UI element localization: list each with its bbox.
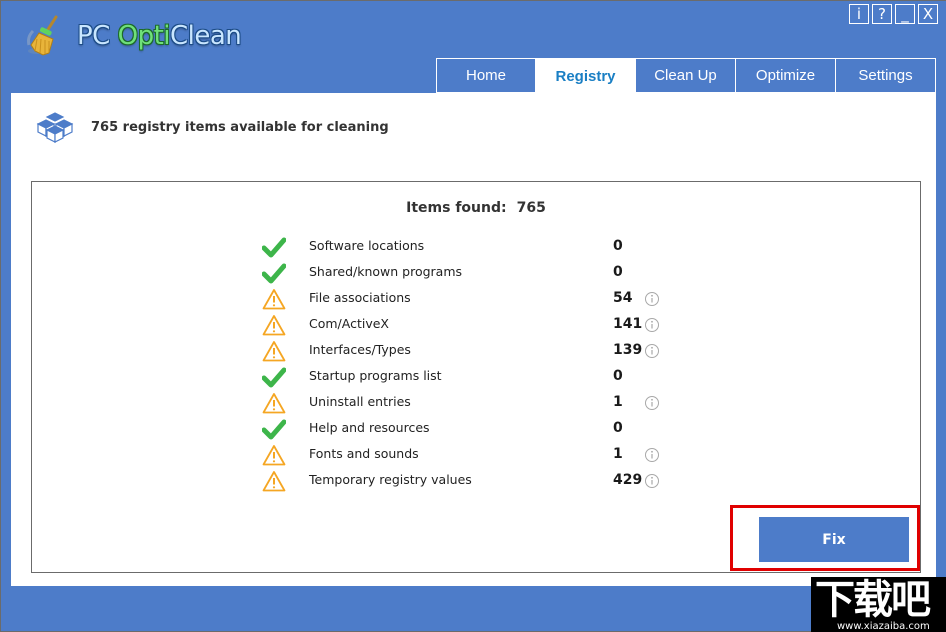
result-count: 0: [613, 238, 623, 254]
registry-cubes-icon: [36, 112, 74, 143]
result-row: Fonts and sounds 1: [262, 442, 672, 468]
app-title: PC OptiClean: [77, 21, 242, 51]
result-count: 1: [613, 394, 623, 410]
result-label: Software locations: [309, 238, 425, 253]
result-row: File associations 54: [262, 286, 672, 312]
tab-settings[interactable]: Settings: [836, 58, 936, 93]
info-icon[interactable]: [644, 317, 660, 333]
result-label: Help and resources: [309, 420, 430, 435]
watermark: 下载吧 www.xiazaiba.com: [811, 577, 946, 632]
minimize-button[interactable]: _: [895, 4, 915, 24]
result-label: Fonts and sounds: [309, 446, 419, 461]
check-icon: [262, 367, 286, 388]
fix-button[interactable]: Fix: [759, 517, 909, 562]
tab-home[interactable]: Home: [436, 58, 536, 93]
info-icon[interactable]: [644, 395, 660, 411]
result-row: Interfaces/Types 139: [262, 338, 672, 364]
result-label: Temporary registry values: [309, 472, 472, 487]
info-icon[interactable]: [644, 343, 660, 359]
app-title-clean: Clean: [170, 21, 242, 51]
watermark-title: 下载吧: [815, 577, 931, 623]
check-icon: [262, 237, 286, 258]
registry-header: 765 registry items available for cleanin…: [35, 107, 389, 147]
result-label: Com/ActiveX: [309, 316, 389, 331]
result-count: 429: [613, 472, 643, 488]
result-row: Help and resources 0: [262, 416, 672, 442]
tab-optimize[interactable]: Optimize: [736, 58, 836, 93]
result-count: 1: [613, 446, 623, 462]
info-button[interactable]: i: [849, 4, 869, 24]
result-count: 141: [613, 316, 643, 332]
broom-icon: [27, 15, 58, 56]
result-label: Startup programs list: [309, 368, 442, 383]
warning-icon: [262, 315, 286, 336]
check-icon: [262, 263, 286, 284]
app-window: PC OptiClean i ? _ X Home Registry Clean…: [0, 0, 946, 632]
items-found: Items found: 765: [32, 200, 920, 216]
warning-icon: [262, 289, 286, 310]
app-title-opti: Opti: [117, 21, 171, 51]
main-tabs: Home Registry Clean Up Optimize Settings: [436, 58, 936, 93]
close-button[interactable]: X: [918, 4, 938, 24]
warning-icon: [262, 445, 286, 466]
result-label: File associations: [309, 290, 411, 305]
results-list: Software locations 0 Shared/known programs…: [262, 234, 672, 494]
result-row: Software locations 0: [262, 234, 672, 260]
app-title-pc: PC: [77, 21, 118, 51]
result-count: 0: [613, 420, 623, 436]
result-count: 54: [613, 290, 633, 306]
watermark-url: www.xiazaiba.com: [837, 621, 930, 632]
result-label: Uninstall entries: [309, 394, 411, 409]
result-row: Com/ActiveX 141: [262, 312, 672, 338]
result-row: Startup programs list 0: [262, 364, 672, 390]
warning-icon: [262, 341, 286, 362]
result-row: Shared/known programs 0: [262, 260, 672, 286]
items-found-label: Items found:: [406, 200, 507, 216]
info-icon[interactable]: [644, 291, 660, 307]
registry-summary-text: 765 registry items available for cleanin…: [91, 119, 389, 135]
result-row: Temporary registry values 429: [262, 468, 672, 494]
info-icon[interactable]: [644, 447, 660, 463]
tab-registry[interactable]: Registry: [536, 58, 636, 93]
result-row: Uninstall entries 1: [262, 390, 672, 416]
result-count: 139: [613, 342, 643, 358]
warning-icon: [262, 393, 286, 414]
result-label: Shared/known programs: [309, 264, 463, 279]
result-count: 0: [613, 368, 623, 384]
tab-clean-up[interactable]: Clean Up: [636, 58, 736, 93]
check-icon: [262, 419, 286, 440]
app-logo: PC OptiClean: [23, 15, 242, 57]
result-count: 0: [613, 264, 623, 280]
items-found-count: 765: [516, 200, 546, 216]
help-button[interactable]: ?: [872, 4, 892, 24]
warning-icon: [262, 471, 286, 492]
result-label: Interfaces/Types: [309, 342, 411, 357]
info-icon[interactable]: [644, 473, 660, 489]
window-controls: i ? _ X: [849, 4, 938, 24]
